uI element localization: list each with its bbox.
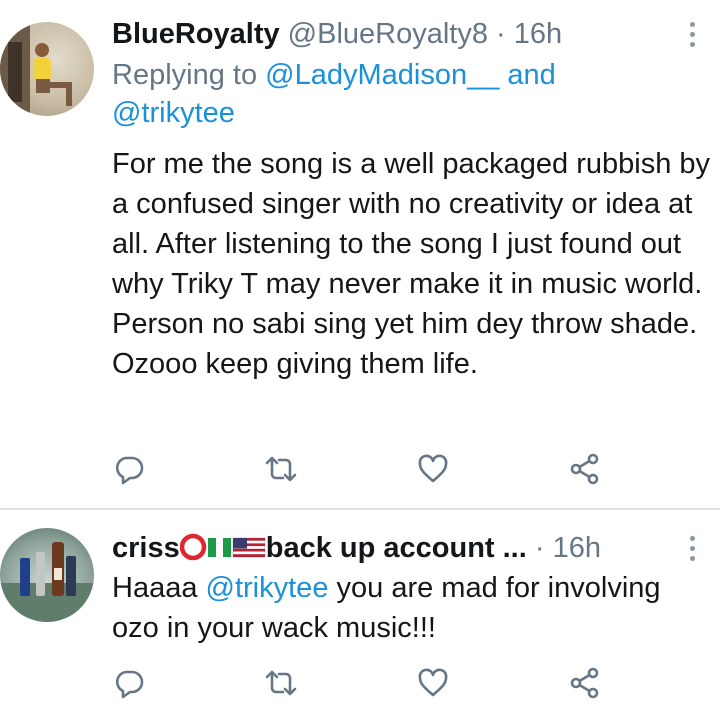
share-icon: [570, 453, 599, 485]
timestamp[interactable]: 16h: [514, 18, 562, 50]
user-handle[interactable]: @BlueRoyalty8: [288, 18, 488, 50]
like-icon: [418, 668, 448, 697]
tweet-actions: [112, 452, 612, 486]
mention-link[interactable]: @trikytee: [112, 97, 235, 129]
timestamp[interactable]: 16h: [553, 532, 601, 564]
replying-to: Replying to @LadyMadison__ and @trikytee: [112, 56, 692, 132]
tweet-card[interactable]: BlueRoyalty @BlueRoyalty8 · 16h Replying…: [0, 0, 720, 508]
separator-dot: ·: [534, 532, 545, 564]
avatar[interactable]: [0, 528, 94, 622]
more-icon[interactable]: [690, 22, 696, 52]
mention-link[interactable]: @LadyMadison__: [265, 59, 499, 91]
tweet-text: For me the song is a well packaged rubbi…: [112, 148, 711, 380]
like-button[interactable]: [416, 666, 452, 700]
avatar-photo: [0, 22, 72, 116]
retweet-button[interactable]: [264, 666, 300, 700]
display-name[interactable]: BlueRoyalty: [112, 18, 280, 50]
more-icon[interactable]: [690, 536, 696, 566]
display-name-prefix: criss: [112, 532, 180, 564]
tweet-card[interactable]: criss back up account ... · 16h Haaaa @t…: [0, 508, 720, 720]
like-icon: [418, 454, 448, 483]
text-prefix: Haaaa: [112, 572, 198, 604]
retweet-icon: [265, 670, 297, 696]
reply-icon: [115, 670, 144, 699]
mention-link[interactable]: @trikytee: [206, 572, 329, 604]
usa-flag-emoji: [232, 537, 265, 558]
retweet-icon: [265, 456, 297, 482]
separator-dot: ·: [496, 18, 506, 50]
tweet-header: criss back up account ... · 16h: [112, 530, 601, 570]
retweet-button[interactable]: [264, 452, 300, 486]
tweet-header: BlueRoyalty @BlueRoyalty8 · 16h: [112, 16, 562, 52]
avatar-photo: [0, 542, 94, 622]
red-circle-emoji: [179, 533, 206, 561]
share-icon: [570, 667, 599, 699]
display-name-suffix: back up account ...: [265, 532, 527, 564]
name-emojis: [179, 533, 266, 570]
share-button[interactable]: [568, 666, 604, 700]
display-name[interactable]: criss back up account ...: [112, 532, 527, 564]
replying-to-label: Replying to: [112, 59, 258, 91]
tweet-text: Haaaa @trikytee you are mad for involvin…: [112, 568, 712, 648]
reply-icon: [115, 456, 144, 485]
tweet-actions: [112, 666, 612, 700]
reply-button[interactable]: [112, 452, 148, 486]
nigeria-flag-emoji: [207, 538, 231, 557]
avatar[interactable]: [0, 22, 94, 116]
reply-button[interactable]: [112, 666, 148, 700]
share-button[interactable]: [568, 452, 604, 486]
replying-and[interactable]: and: [507, 59, 555, 91]
like-button[interactable]: [416, 452, 452, 486]
